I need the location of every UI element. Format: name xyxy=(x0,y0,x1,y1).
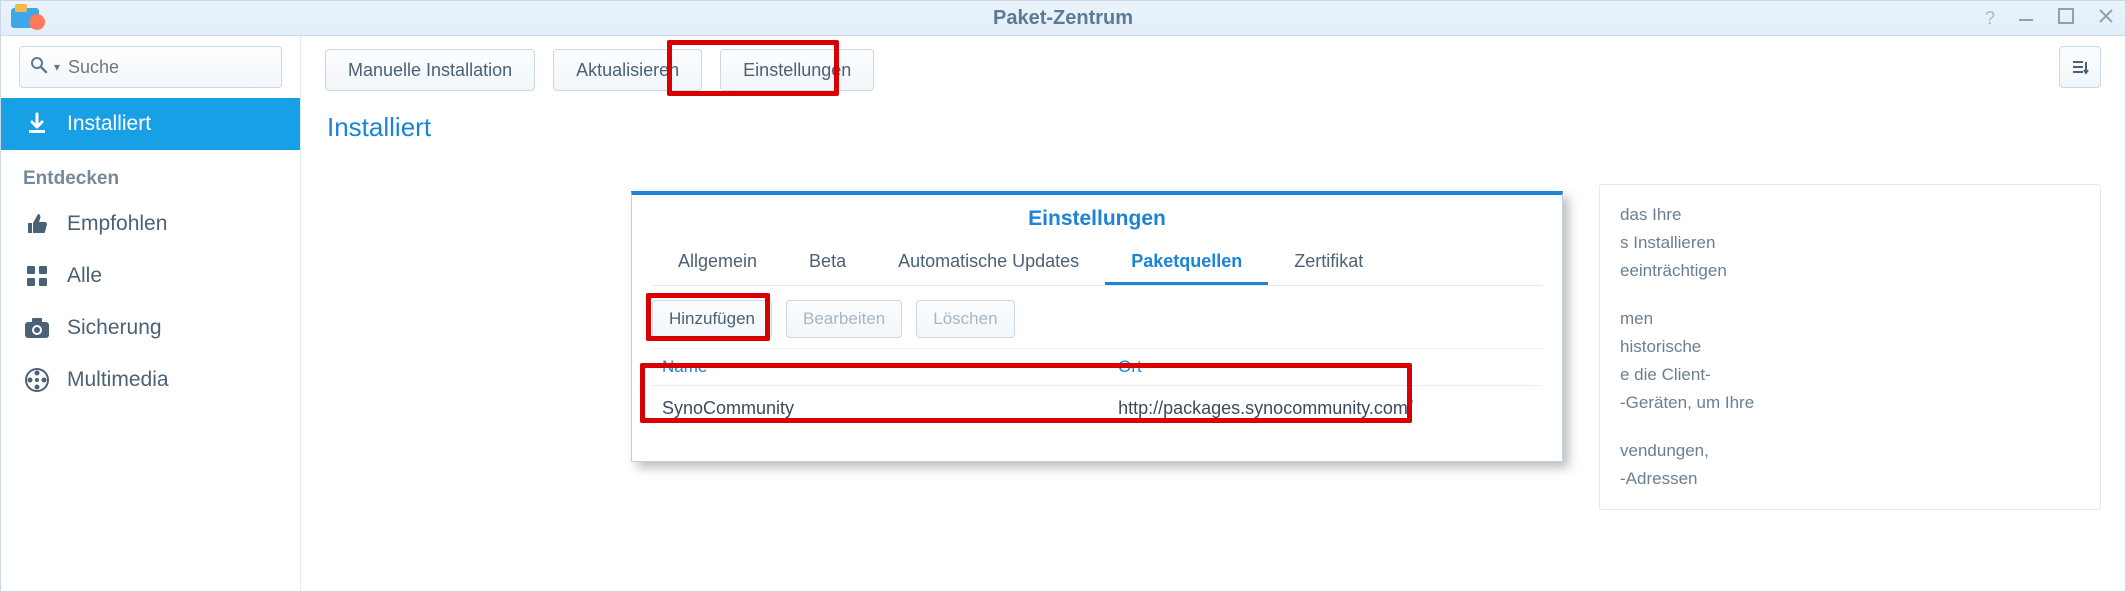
sidebar: ▾ Installiert Entdecken Empfohlen Alle S… xyxy=(1,36,301,592)
download-icon xyxy=(23,110,51,138)
grid-row[interactable]: SynoCommunity http://packages.synocommun… xyxy=(652,386,1542,431)
sidebar-item-label: Sicherung xyxy=(67,316,162,340)
sources-toolbar: Hinzufügen Bearbeiten Löschen xyxy=(632,286,1562,348)
tab-certificate[interactable]: Zertifikat xyxy=(1268,241,1389,285)
close-icon[interactable] xyxy=(2097,7,2115,30)
sidebar-heading-discover: Entdecken xyxy=(1,150,300,198)
help-icon[interactable]: ? xyxy=(1985,8,1995,29)
window-title: Paket-Zentrum xyxy=(1,7,2125,30)
package-center-window: Paket-Zentrum ? ▾ Installiert Entdecken … xyxy=(0,0,2126,592)
minimize-icon[interactable] xyxy=(2017,7,2035,30)
film-reel-icon xyxy=(23,366,51,394)
manual-install-button[interactable]: Manuelle Installation xyxy=(325,49,535,91)
delete-button[interactable]: Löschen xyxy=(916,300,1014,338)
column-location[interactable]: Ort xyxy=(1108,349,1542,385)
search-icon xyxy=(30,56,48,79)
column-name[interactable]: Name xyxy=(652,349,1108,385)
page-heading: Installiert xyxy=(327,112,2101,143)
sources-grid: Name Ort SynoCommunity http://packages.s… xyxy=(652,348,1542,461)
package-card-partial: das Ihre s Installieren eeinträchtigen m… xyxy=(1599,184,2101,510)
tab-general[interactable]: Allgemein xyxy=(652,241,783,285)
cell-name: SynoCommunity xyxy=(652,386,1108,431)
dropdown-caret-icon[interactable]: ▾ xyxy=(54,60,60,74)
app-icon xyxy=(9,4,49,32)
settings-button[interactable]: Einstellungen xyxy=(720,49,874,91)
tab-beta[interactable]: Beta xyxy=(783,241,872,285)
sidebar-item-recommended[interactable]: Empfohlen xyxy=(1,198,300,250)
camera-icon xyxy=(23,314,51,342)
cell-location: http://packages.synocommunity.com/ xyxy=(1108,386,1542,431)
sidebar-item-backup[interactable]: Sicherung xyxy=(1,302,300,354)
sidebar-item-label: Empfohlen xyxy=(67,212,167,236)
main-toolbar: Manuelle Installation Aktualisieren Eins… xyxy=(325,46,2101,94)
refresh-button[interactable]: Aktualisieren xyxy=(553,49,702,91)
sidebar-item-label: Multimedia xyxy=(67,368,169,392)
dialog-title: Einstellungen xyxy=(632,195,1562,241)
sidebar-item-label: Alle xyxy=(67,264,102,288)
edit-button[interactable]: Bearbeiten xyxy=(786,300,902,338)
thumbs-up-icon xyxy=(23,210,51,238)
add-button[interactable]: Hinzufügen xyxy=(652,300,772,338)
dialog-tabs: Allgemein Beta Automatische Updates Pake… xyxy=(652,241,1542,286)
sidebar-item-multimedia[interactable]: Multimedia xyxy=(1,354,300,406)
search-input[interactable] xyxy=(66,56,302,79)
sort-button[interactable] xyxy=(2059,46,2101,88)
grid-icon xyxy=(23,262,51,290)
search-field[interactable]: ▾ xyxy=(19,46,282,88)
titlebar: Paket-Zentrum ? xyxy=(1,1,2125,36)
main-area: Manuelle Installation Aktualisieren Eins… xyxy=(301,36,2125,592)
maximize-icon[interactable] xyxy=(2057,7,2075,30)
sidebar-item-label: Installiert xyxy=(67,112,151,136)
sidebar-item-all[interactable]: Alle xyxy=(1,250,300,302)
sidebar-item-installed[interactable]: Installiert xyxy=(1,98,300,150)
tab-auto-updates[interactable]: Automatische Updates xyxy=(872,241,1105,285)
grid-header: Name Ort xyxy=(652,349,1542,386)
settings-dialog: Einstellungen Allgemein Beta Automatisch… xyxy=(631,191,1563,462)
tab-package-sources[interactable]: Paketquellen xyxy=(1105,241,1268,285)
